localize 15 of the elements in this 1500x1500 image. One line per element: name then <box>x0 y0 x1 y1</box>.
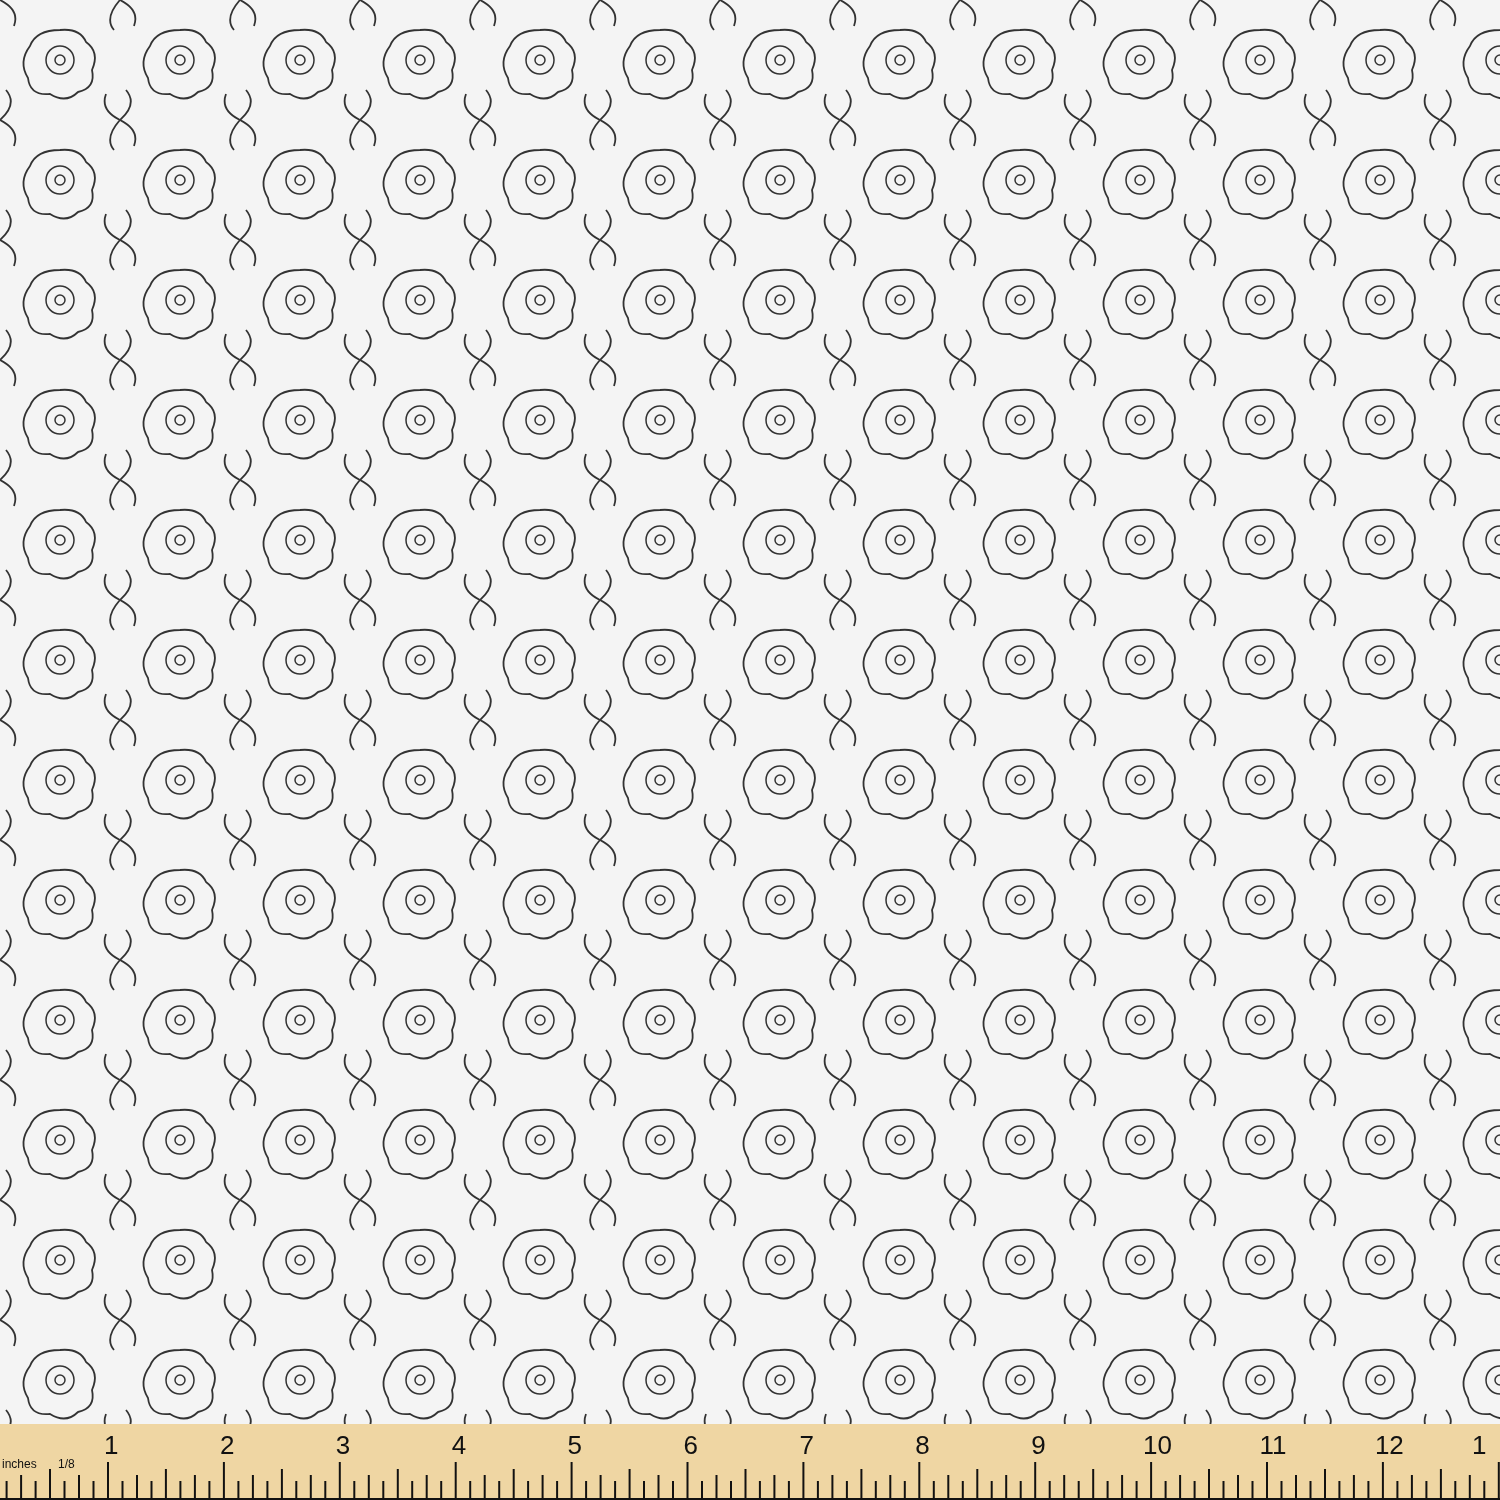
ruler-number: 10 <box>1143 1430 1172 1460</box>
fraction-label: 1/8 <box>58 1457 75 1471</box>
ruler-number: 2 <box>219 1430 235 1460</box>
ruler-number: 6 <box>683 1430 698 1460</box>
ruler-number: 3 <box>335 1430 351 1460</box>
ruler-number: 7 <box>799 1430 814 1460</box>
ruler-number: 5 <box>567 1430 583 1460</box>
ruler-number: 12 <box>1374 1430 1404 1460</box>
ruler-number: 8 <box>915 1430 930 1460</box>
ruler-number: 1 <box>104 1430 119 1460</box>
ruler-number: 11 <box>1259 1430 1287 1460</box>
ruler-number: 1 <box>1472 1430 1487 1460</box>
unit-label: inches <box>2 1457 37 1471</box>
ruler-number: 9 <box>1031 1430 1046 1460</box>
ruler-number: 4 <box>451 1430 467 1460</box>
